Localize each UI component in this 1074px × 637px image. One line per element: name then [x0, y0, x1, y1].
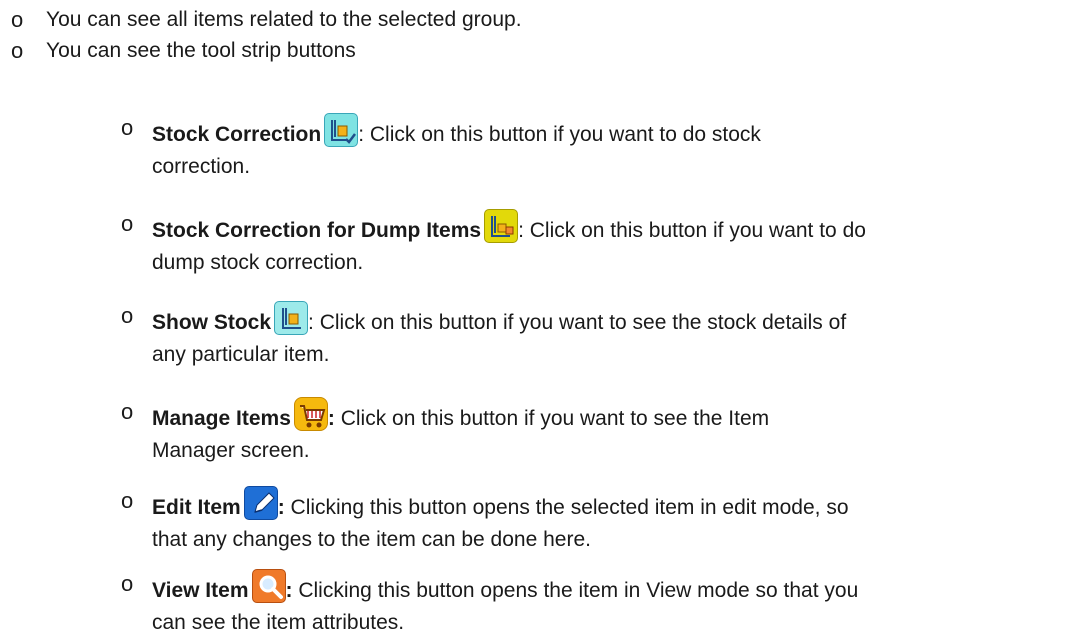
description-line1: Click on this button if you want to do [523, 219, 866, 242]
description-line1: Clicking this button opens the selected … [284, 496, 849, 519]
button-name: View Item [152, 579, 249, 602]
show-stock-icon[interactable] [274, 301, 309, 335]
button-name: Stock Correction [152, 123, 322, 146]
bullet-marker: o [121, 211, 134, 236]
button-name: Manage Items [152, 407, 291, 430]
bullet-marker: o [11, 38, 24, 63]
colon: : [327, 407, 335, 430]
bullet-marker: o [121, 399, 134, 424]
description-line2: correction. [152, 155, 251, 178]
list-item-text: You can see all items related to the sel… [46, 8, 522, 31]
colon: : [285, 579, 293, 602]
stock-correction-icon[interactable] [324, 113, 359, 147]
button-name: Edit Item [152, 496, 241, 519]
dump-stock-correction-icon[interactable] [484, 209, 519, 243]
list-item-view-item: View Item : Clicking this button opens t… [152, 569, 1067, 637]
description-line1: Click on this button if you want to see … [334, 407, 770, 430]
description-line2: dump stock correction. [152, 251, 364, 274]
bullet-marker: o [121, 571, 134, 596]
bullet-marker: o [121, 488, 134, 513]
description-line1: Click on this button if you want to see … [313, 311, 847, 334]
bullet-marker: o [11, 7, 24, 32]
colon: : [277, 496, 285, 519]
list-item-edit-item: Edit Item : Clicking this button opens t… [152, 486, 1067, 554]
description-line1: Click on this button if you want to do s… [364, 123, 761, 146]
description-line2: Manager screen. [152, 439, 310, 462]
magnifier-view-icon[interactable] [251, 569, 286, 603]
description-line2: any particular item. [152, 343, 330, 366]
list-item-stock-correction: Stock Correction : Click on this button … [152, 113, 1052, 181]
button-name: Stock Correction for Dump Items [152, 219, 482, 242]
bullet-marker: o [121, 303, 134, 328]
description-line2: that any changes to the item can be done… [152, 528, 591, 551]
list-item-show-stock: Show Stock : Click on this button if you… [152, 301, 1052, 369]
shopping-cart-icon[interactable] [293, 397, 328, 431]
pencil-edit-icon[interactable] [243, 486, 278, 520]
bullet-marker: o [121, 115, 134, 140]
button-name: Show Stock [152, 311, 272, 334]
list-item-manage-items: Manage Items : Click on this button if y… [152, 397, 1052, 465]
description-line2: can see the item attributes. [152, 611, 405, 634]
list-item-dump-stock-correction: Stock Correction for Dump Items : Click … [152, 209, 1067, 277]
list-item-text: You can see the tool strip buttons [46, 39, 356, 62]
description-line1: Clicking this button opens the item in V… [292, 579, 859, 602]
